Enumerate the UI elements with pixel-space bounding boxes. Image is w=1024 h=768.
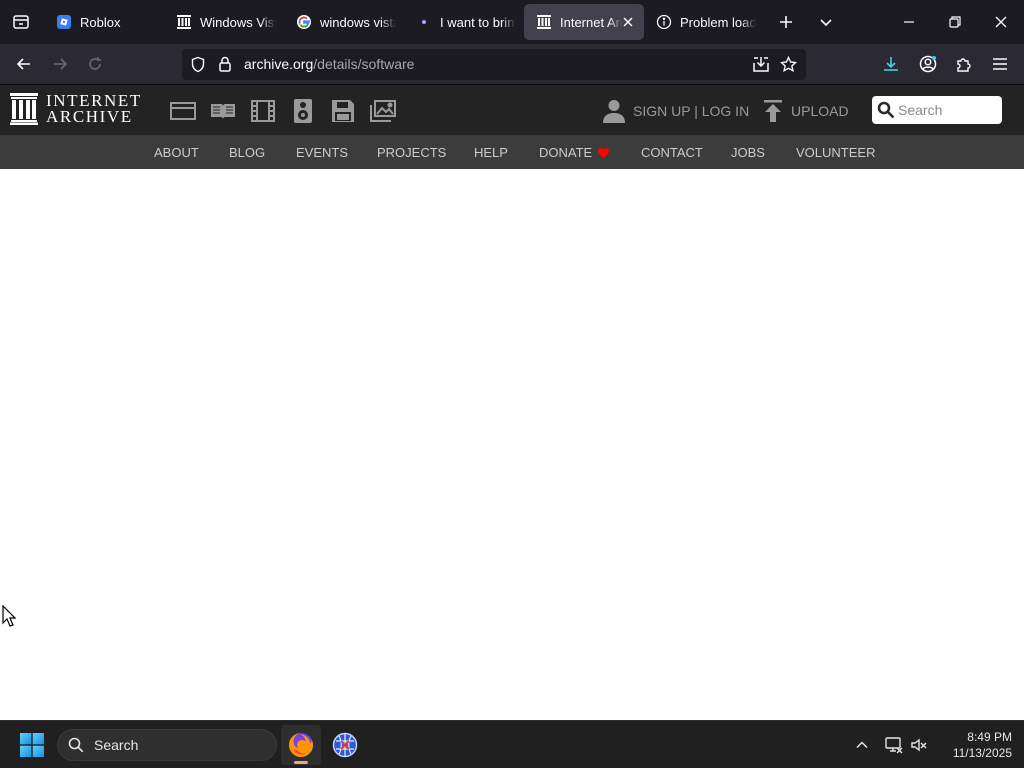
close-tab-icon[interactable] — [620, 14, 636, 30]
system-clock[interactable]: 8:49 PM 11/13/2025 — [936, 729, 1012, 761]
heart-icon — [598, 147, 610, 158]
windows-taskbar: Search 8:49 PM 11/13/2025 — [0, 720, 1024, 768]
network-icon[interactable] — [882, 733, 906, 757]
ia-logo-text: INTERNET ARCHIVE — [46, 92, 142, 126]
upload-link[interactable]: UPLOAD — [764, 97, 849, 125]
volume-muted-icon[interactable] — [907, 733, 931, 757]
tab-internet-archive[interactable]: Internet Archive — [524, 4, 644, 40]
url-host: archive.org — [244, 56, 314, 72]
firefox-icon — [288, 732, 314, 758]
browser-tab-strip: Roblox Windows Vista windows vista I wan… — [0, 0, 1024, 44]
upload-icon — [764, 100, 782, 122]
clock-date: 11/13/2025 — [952, 746, 1012, 760]
taskbar-search-label: Search — [94, 737, 139, 753]
archive-building-icon — [10, 93, 38, 125]
forward-arrow-icon[interactable] — [45, 50, 75, 78]
firefox-view-icon[interactable] — [0, 0, 42, 44]
tab-google-search[interactable]: windows vista — [284, 4, 404, 40]
url-path: /details/software — [313, 56, 415, 72]
back-arrow-icon[interactable] — [9, 50, 39, 78]
search-icon — [877, 101, 895, 119]
ia-top-nav: INTERNET ARCHIVE SIGN UP | LOG IN UPLOAD… — [0, 85, 1024, 135]
minimize-icon[interactable] — [886, 0, 932, 44]
hamburger-menu-icon[interactable] — [985, 50, 1015, 78]
page-content-area — [0, 169, 1024, 720]
reload-icon[interactable] — [80, 50, 110, 78]
clock-time: 8:49 PM — [967, 730, 1012, 744]
roblox-icon — [56, 14, 72, 30]
nav-events[interactable]: EVENTS — [296, 145, 348, 160]
sign-up-log-in-link[interactable]: SIGN UP | LOG IN — [603, 97, 749, 125]
taskbar-firefox[interactable] — [281, 725, 321, 765]
close-window-icon[interactable] — [978, 0, 1024, 44]
tab-windows-vista-archive[interactable]: Windows Vista — [164, 4, 284, 40]
tab-i-want-to-bring[interactable]: I want to bring — [404, 4, 524, 40]
tab-list: Roblox Windows Vista windows vista I wan… — [44, 4, 764, 40]
tab-title: Problem loading — [680, 14, 756, 30]
taskbar-search-box[interactable]: Search — [57, 729, 277, 761]
url-text[interactable]: archive.org/details/software — [244, 56, 414, 72]
ia-secondary-nav: ABOUT BLOG EVENTS PROJECTS HELP DONATE C… — [0, 135, 1024, 169]
video-icon[interactable] — [243, 97, 283, 125]
tab-title: I want to bring — [440, 14, 516, 30]
url-bar[interactable]: archive.org/details/software — [182, 49, 806, 80]
taskbar-app-globe[interactable] — [325, 725, 365, 765]
nav-blog[interactable]: BLOG — [229, 145, 265, 160]
dot-icon — [416, 14, 432, 30]
web-icon[interactable] — [163, 97, 203, 125]
mouse-cursor-icon — [2, 605, 16, 627]
search-icon — [68, 737, 84, 753]
nav-jobs[interactable]: JOBS — [731, 145, 765, 160]
google-icon — [296, 14, 312, 30]
ia-search-box[interactable] — [872, 96, 1002, 124]
chevron-down-icon[interactable] — [812, 8, 840, 36]
nav-donate-label: DONATE — [539, 145, 593, 160]
globe-app-icon — [332, 732, 358, 758]
tab-title: Internet Archive — [560, 14, 622, 30]
tab-roblox[interactable]: Roblox — [44, 4, 164, 40]
media-type-icons — [163, 97, 403, 125]
ia-logo-line2: ARCHIVE — [46, 107, 133, 126]
tab-title: Roblox — [80, 14, 121, 30]
navigation-toolbar: archive.org/details/software — [0, 44, 1024, 85]
nav-contact[interactable]: CONTACT — [641, 145, 703, 160]
tab-title: windows vista — [320, 14, 396, 30]
nav-about[interactable]: ABOUT — [154, 145, 199, 160]
upload-label: UPLOAD — [791, 103, 849, 119]
nav-volunteer[interactable]: VOLUNTEER — [796, 145, 875, 160]
ia-logo[interactable]: INTERNET ARCHIVE — [10, 92, 142, 126]
account-icon[interactable] — [913, 50, 943, 78]
user-icon — [603, 99, 625, 123]
images-icon[interactable] — [363, 97, 403, 125]
save-page-icon[interactable] — [752, 56, 770, 73]
windows-start-icon[interactable] — [14, 729, 50, 761]
shield-icon[interactable] — [190, 56, 206, 73]
nav-donate[interactable]: DONATE — [539, 145, 610, 160]
plus-icon[interactable] — [772, 8, 800, 36]
lock-icon[interactable] — [218, 56, 232, 72]
archive-icon — [176, 14, 192, 30]
software-icon[interactable] — [323, 97, 363, 125]
nav-help[interactable]: HELP — [474, 145, 508, 160]
tab-title: Windows Vista — [200, 14, 276, 30]
download-icon[interactable] — [876, 50, 906, 78]
audio-icon[interactable] — [283, 97, 323, 125]
nav-projects[interactable]: PROJECTS — [377, 145, 446, 160]
ia-search-input[interactable] — [898, 100, 996, 120]
star-icon[interactable] — [780, 56, 797, 73]
extensions-icon[interactable] — [949, 50, 979, 78]
restore-icon[interactable] — [932, 0, 978, 44]
info-icon — [656, 14, 672, 30]
archive-icon — [536, 14, 552, 30]
sign-up-log-in-label: SIGN UP | LOG IN — [633, 103, 750, 119]
tab-problem-loading[interactable]: Problem loading — [644, 4, 764, 40]
running-indicator — [294, 761, 308, 764]
chevron-up-icon[interactable] — [850, 733, 874, 757]
texts-icon[interactable] — [203, 97, 243, 125]
